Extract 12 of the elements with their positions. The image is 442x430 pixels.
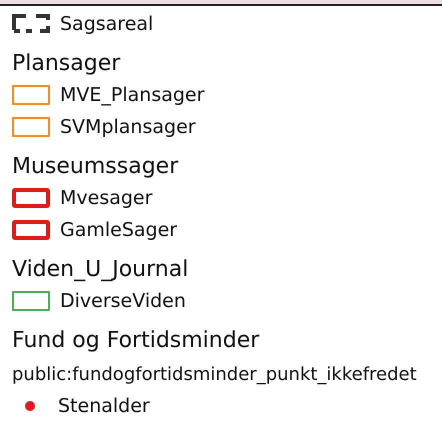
group-heading: Plansager	[12, 50, 122, 78]
layer-name: Stenalder	[58, 394, 150, 419]
layer-name: MVE_Plansager	[60, 82, 204, 108]
layer-name: SVMplansager	[60, 114, 196, 140]
layer-name: GamleSager	[60, 218, 178, 243]
layer-name: Sagsareal	[60, 12, 154, 37]
layer-name: public:fundogfortidsminder_punkt_ikkefredet	[12, 363, 418, 387]
group-heading: Museumssager	[12, 153, 180, 181]
group-heading: Viden_U_Journal	[12, 256, 190, 284]
layer-name: DiverseViden	[60, 288, 186, 314]
group-heading: Fund og Fortidsminder	[12, 327, 260, 355]
layer-name: Mvesager	[60, 186, 152, 211]
